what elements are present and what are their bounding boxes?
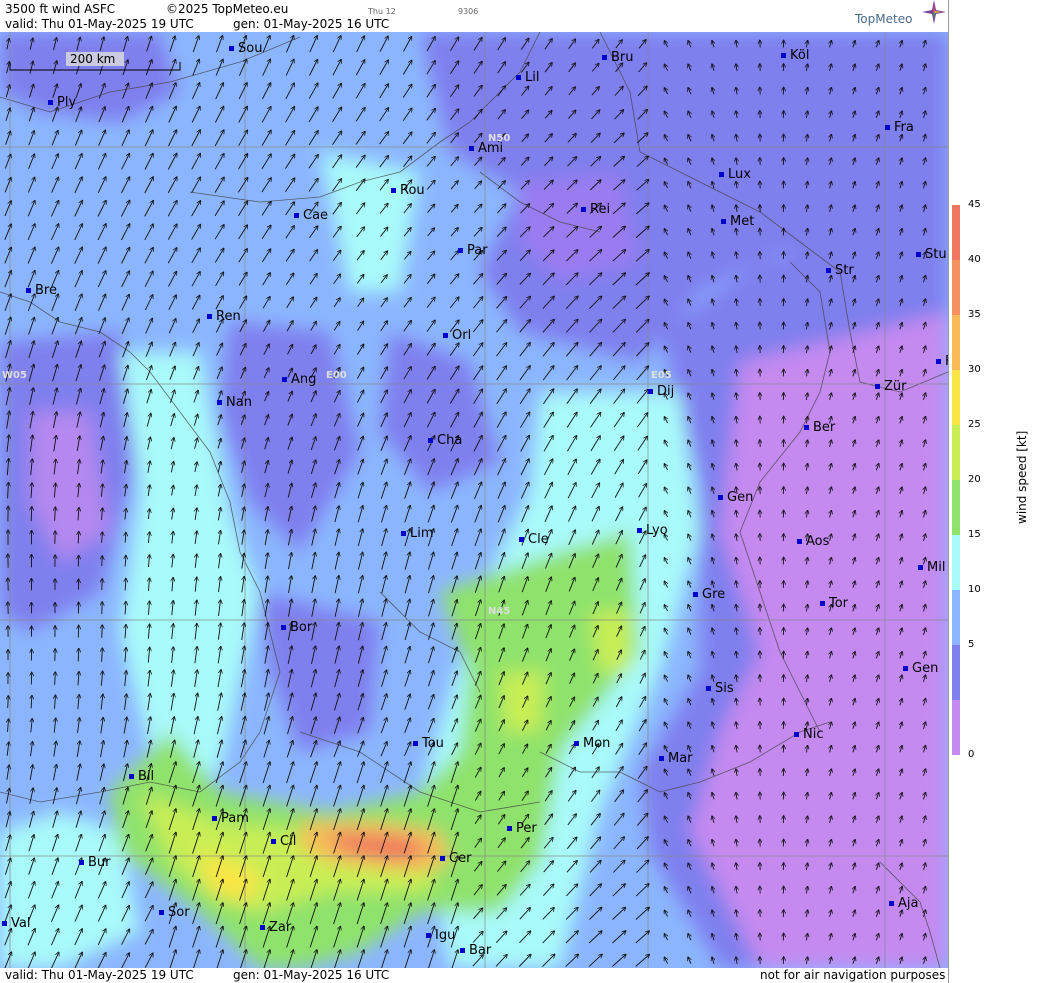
colorbar-tick-label: 5: [968, 639, 975, 650]
city-label[interactable]: Nan: [217, 396, 252, 410]
city-label[interactable]: Cha: [428, 434, 462, 448]
city-label[interactable]: Mar: [659, 752, 693, 766]
city-label[interactable]: Sis: [706, 682, 734, 696]
city-label[interactable]: Sou: [229, 42, 262, 56]
city-label[interactable]: Bur: [79, 856, 111, 870]
city-label[interactable]: Ply: [48, 96, 76, 110]
colorbar-tick-label: 20: [968, 474, 981, 485]
city-label[interactable]: Gen: [903, 662, 938, 676]
gen-time: gen: 01-May-2025 16 UTC: [233, 17, 390, 31]
grid-label-e00: E00: [326, 370, 347, 381]
colorbar-tick-label: 0: [968, 749, 975, 760]
city-label[interactable]: F: [936, 355, 948, 369]
city-label[interactable]: Igu: [426, 929, 455, 943]
city-label[interactable]: Gre: [693, 588, 725, 602]
city-label[interactable]: Stu: [916, 248, 947, 262]
map-header: 3500 ft wind ASFC ©2025 TopMeteo.eu Thu …: [0, 0, 948, 32]
colorbar-segment: [952, 700, 960, 755]
wind-field: [0, 32, 948, 968]
colorbar-tick-label: 30: [968, 364, 981, 375]
city-label[interactable]: Ang: [282, 373, 316, 387]
wind-map[interactable]: 200 km N50 N45 W05 E00 E05 Sou Ply Lil B…: [0, 32, 948, 968]
city-label[interactable]: Sor: [159, 906, 190, 920]
city-label[interactable]: Lux: [719, 168, 751, 182]
city-label[interactable]: Bru: [602, 51, 634, 65]
map-footer: valid: Thu 01-May-2025 19 UTC gen: 01-Ma…: [0, 968, 948, 983]
city-label[interactable]: Cil: [271, 835, 296, 849]
colorbar-segment: [952, 645, 960, 700]
topmeteo-logo: TopMeteo: [855, 12, 913, 26]
city-label[interactable]: Gen: [718, 491, 753, 505]
city-label[interactable]: Dij: [648, 385, 674, 399]
colorbar-tick-label: 45: [968, 199, 981, 210]
valid-time: valid: Thu 01-May-2025 19 UTC: [5, 17, 194, 31]
wind-arrow: [102, 625, 103, 638]
colorbar-tick-label: 25: [968, 419, 981, 430]
city-label[interactable]: Ami: [469, 142, 503, 156]
city-label[interactable]: Str: [826, 264, 854, 278]
city-label[interactable]: Lim: [401, 527, 434, 541]
colorbar-segment: [952, 425, 960, 480]
wind-arrow: [102, 556, 103, 567]
city-label[interactable]: Ber: [804, 421, 835, 435]
city-label[interactable]: Mon: [574, 737, 610, 751]
colorbar-segment: [952, 260, 960, 315]
city-label[interactable]: Nic: [794, 728, 823, 742]
city-label[interactable]: Par: [458, 244, 488, 258]
colorbar-segment: [952, 315, 960, 370]
wind-arrow: [55, 672, 56, 685]
colorbar-segment: [952, 205, 960, 260]
city-label[interactable]: Bar: [460, 944, 491, 958]
city-label[interactable]: Orl: [443, 329, 471, 343]
city-label[interactable]: Rou: [391, 184, 425, 198]
city-label[interactable]: Cer: [440, 852, 471, 866]
footer-note: not for air navigation purposes: [760, 968, 946, 982]
city-label[interactable]: Val: [2, 917, 30, 931]
city-label[interactable]: Tor: [820, 597, 848, 611]
city-label[interactable]: Bil: [129, 770, 154, 784]
city-label[interactable]: Bre: [26, 284, 57, 298]
colorbar-tick-label: 10: [968, 584, 981, 595]
city-label[interactable]: Aos: [797, 535, 829, 549]
grid-label-e05: E05: [651, 370, 672, 381]
colorbar-segment: [952, 370, 960, 425]
colorbar-segment: [952, 590, 960, 645]
city-label[interactable]: Fra: [885, 121, 914, 135]
city-label[interactable]: Mil: [918, 561, 945, 575]
colorbar-segment: [952, 535, 960, 590]
city-label[interactable]: Cae: [294, 209, 328, 223]
city-label[interactable]: Lil: [516, 71, 539, 85]
city-label[interactable]: Met: [721, 215, 754, 229]
wind-arrow: [78, 532, 79, 544]
footer-valid: valid: Thu 01-May-2025 19 UTC: [5, 968, 194, 982]
wind-arrow: [31, 507, 32, 522]
product-title: 3500 ft wind ASFC: [5, 2, 116, 16]
city-label[interactable]: Per: [507, 822, 537, 836]
city-label[interactable]: Pam: [212, 812, 249, 826]
compass-star-icon: [922, 0, 946, 24]
city-label[interactable]: Lyo: [637, 524, 668, 538]
colorbar-title: wind speed [kt]: [1015, 431, 1029, 524]
city-label[interactable]: Bor: [281, 621, 312, 635]
scale-bar-label: 200 km: [70, 52, 116, 66]
city-label[interactable]: Ren: [207, 310, 241, 324]
city-label[interactable]: Aja: [889, 897, 918, 911]
wind-arrow: [78, 649, 79, 662]
city-label[interactable]: Tou: [413, 737, 444, 751]
colorbar-tick-label: 35: [968, 309, 981, 320]
small-code: 9306: [458, 7, 479, 16]
colorbar-tick-label: 15: [968, 529, 981, 540]
grid-label-w05: W05: [2, 370, 27, 381]
copyright: ©2025 TopMeteo.eu: [166, 2, 289, 16]
grid-label-n45: N45: [488, 606, 511, 617]
colorbar-tick-label: 40: [968, 254, 981, 265]
city-label[interactable]: Köl: [781, 49, 809, 63]
city-label[interactable]: Cle: [519, 533, 549, 547]
colorbar-segment: [952, 480, 960, 535]
wind-arrow: [8, 696, 9, 709]
city-label[interactable]: Zür: [875, 380, 907, 394]
footer-gen: gen: 01-May-2025 16 UTC: [233, 968, 390, 982]
city-label[interactable]: Zar: [260, 921, 291, 935]
city-label[interactable]: Rei: [581, 203, 610, 217]
